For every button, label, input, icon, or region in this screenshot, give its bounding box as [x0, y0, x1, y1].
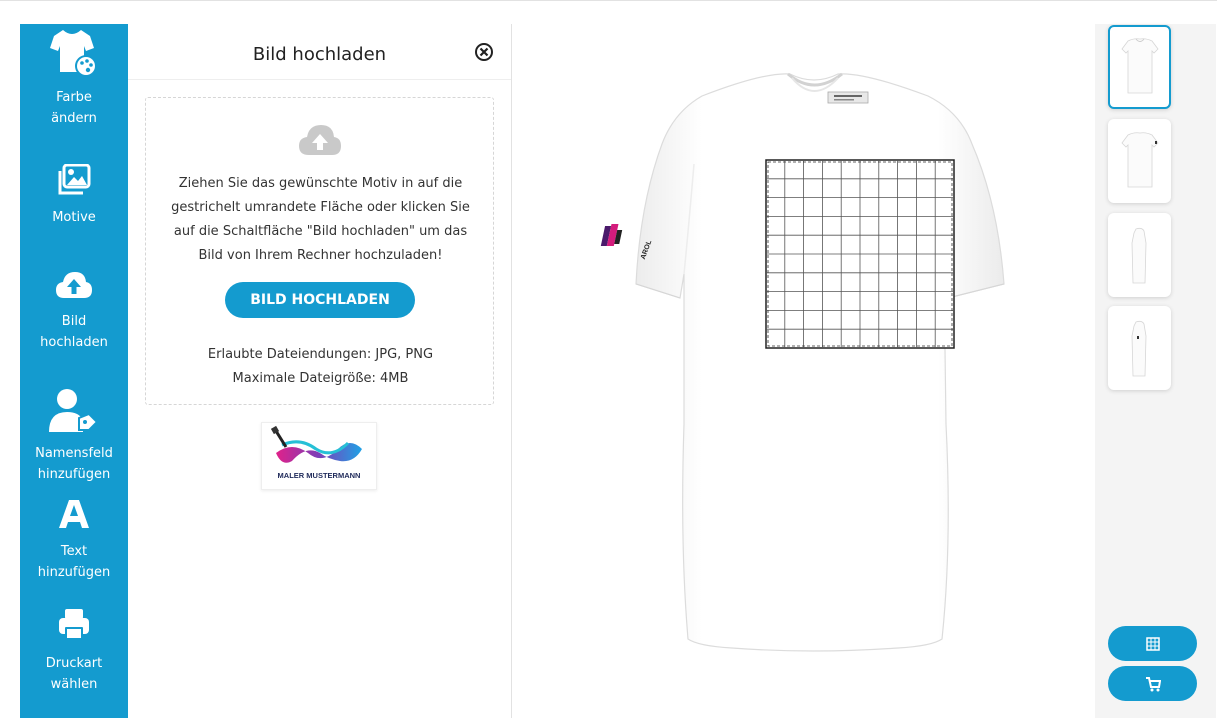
tshirt-side-left-icon [1131, 227, 1147, 284]
tool-label: wählen [50, 677, 98, 692]
tool-label: hinzufügen [37, 565, 111, 580]
tool-label: Druckart [45, 656, 103, 671]
instruction-line: Bild von Ihrem Rechner hochzuladen! [198, 248, 443, 263]
print-area-grid[interactable] [765, 159, 955, 349]
upload-image-button[interactable]: BILD HOCHLADEN [225, 282, 415, 318]
image-gallery-icon [20, 163, 128, 201]
tool-label: Farbe [56, 90, 92, 105]
panel-divider [128, 79, 511, 80]
cloud-upload-icon [20, 270, 128, 305]
tool-change-color[interactable]: Farbe ändern [20, 26, 128, 129]
panel-title: Bild hochladen [252, 44, 387, 65]
tool-label: ändern [51, 111, 97, 126]
drop-instructions: Ziehen Sie das gewünschte Motiv in auf d… [146, 172, 495, 268]
neck-label [827, 91, 869, 104]
view-thumbnail-back[interactable] [1108, 119, 1171, 203]
allowed-file-types: Erlaubte Dateiendungen: JPG, PNG [207, 347, 434, 362]
toggle-grid-button[interactable] [1108, 626, 1197, 661]
tshirt-palette-icon [20, 26, 128, 85]
uploaded-logo-thumbnail[interactable]: MALER MUSTERMANN [261, 422, 377, 490]
tool-upload-image[interactable]: Bild hochladen [20, 270, 128, 353]
text-a-icon [20, 498, 128, 535]
tshirt-front-icon [1121, 38, 1159, 94]
tool-label: Bild [61, 314, 87, 329]
tool-sidebar: Farbe ändern Motive Bild hochladen Namen… [20, 24, 128, 718]
upload-panel: Bild hochladen Ziehen Sie das gewünschte… [128, 24, 512, 718]
tool-label: Namensfeld [35, 446, 113, 461]
cart-icon [1145, 677, 1161, 692]
cloud-upload-icon [297, 123, 343, 162]
drop-zone[interactable]: Ziehen Sie das gewünschte Motiv in auf d… [145, 97, 494, 405]
view-thumbnail-right[interactable] [1108, 306, 1171, 390]
max-file-size: Maximale Dateigröße: 4MB [232, 371, 409, 386]
logo-caption: MALER MUSTERMANN [277, 471, 361, 480]
tshirt-side-right-icon [1131, 320, 1147, 377]
tool-add-name-field[interactable]: Namensfeld hinzufügen [20, 388, 128, 485]
grid-icon [1145, 637, 1160, 651]
tshirt-back-icon [1121, 132, 1159, 188]
tshirt-mockup: AROL [600, 72, 1005, 652]
instruction-line: Ziehen Sie das gewünschte Motiv in auf d… [178, 176, 463, 191]
tool-label: hinzufügen [37, 467, 111, 482]
printer-icon [20, 608, 128, 647]
close-icon[interactable] [474, 42, 494, 62]
design-canvas: AROL [512, 24, 1095, 718]
tool-print-method[interactable]: Druckart wählen [20, 608, 128, 695]
brush-swoosh-logo-icon [270, 425, 362, 463]
instruction-line: gestrichelt umrandete Fläche oder klicke… [171, 200, 470, 215]
tool-add-text[interactable]: Text hinzufügen [20, 498, 128, 583]
tool-label: hochladen [40, 335, 108, 350]
view-thumbnail-front[interactable] [1108, 25, 1171, 109]
add-to-cart-button[interactable] [1108, 666, 1197, 701]
user-tag-icon [20, 388, 128, 437]
tool-motifs[interactable]: Motive [20, 163, 128, 228]
tool-label: Text [60, 544, 88, 559]
tool-label: Motive [52, 210, 96, 225]
file-requirements: Erlaubte Dateiendungen: JPG, PNG Maximal… [146, 343, 495, 391]
view-thumbnail-left[interactable] [1108, 213, 1171, 297]
instruction-line: auf die Schaltfläche "Bild hochladen" um… [173, 224, 468, 239]
